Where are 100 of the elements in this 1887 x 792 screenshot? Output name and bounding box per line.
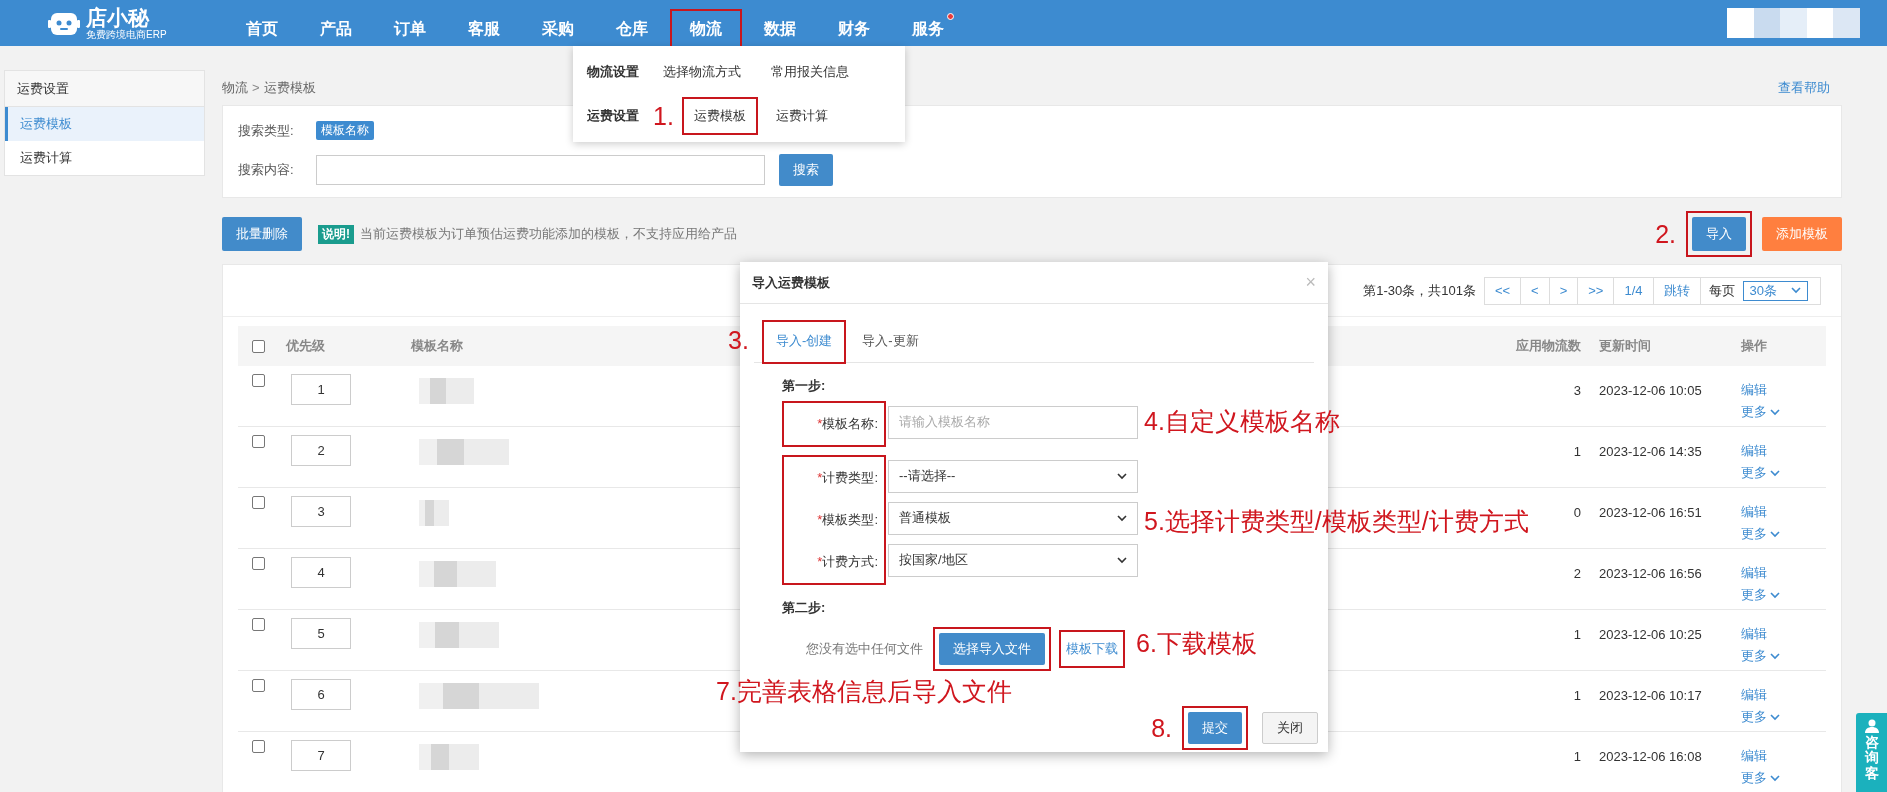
nav-item[interactable]: 数据 [746, 10, 814, 46]
table-cell: 3 [1573, 383, 1581, 398]
chevron-down-icon [1770, 530, 1780, 538]
edit-link[interactable]: 编辑 [1741, 747, 1767, 765]
submit-button[interactable]: 提交 [1188, 712, 1242, 744]
more-link[interactable]: 更多 [1741, 647, 1780, 665]
row-checkbox[interactable] [252, 740, 265, 753]
logo-text[interactable]: 店小秘 [86, 6, 167, 29]
nav-item[interactable]: 仓库 [598, 10, 666, 46]
page-button[interactable]: < [1521, 277, 1550, 304]
page-button[interactable]: > [1549, 277, 1579, 304]
row-checkbox[interactable] [252, 374, 265, 387]
more-link[interactable]: 更多 [1741, 525, 1780, 543]
choose-file-button[interactable]: 选择导入文件 [939, 633, 1045, 665]
nav-item[interactable]: 采购 [524, 10, 592, 46]
table-cell: 2023-12-06 10:17 [1599, 688, 1702, 703]
dialog-title: 导入运费模板 [752, 273, 830, 292]
blurred-text [419, 500, 449, 526]
page-button[interactable]: << [1484, 277, 1522, 304]
table-cell: 2023-12-06 16:51 [1599, 505, 1702, 520]
logo-tagline: 免费跨境电商ERP [86, 28, 167, 40]
dropdown-field[interactable]: 按国家/地区 [888, 543, 1138, 577]
priority-field[interactable]: 3 [291, 496, 351, 527]
sidebar-heading: 运费设置 [5, 71, 204, 107]
chevron-down-icon [1117, 514, 1127, 522]
annotation-label: 4.自定义模板名称 [1144, 409, 1340, 434]
help-link[interactable]: 查看帮助 [1778, 78, 1830, 97]
nav-item[interactable]: 财务 [820, 10, 888, 46]
edit-link[interactable]: 编辑 [1741, 625, 1767, 643]
filter-tag[interactable]: 模板名称 [316, 121, 374, 140]
nav-item[interactable]: 物流 [672, 10, 740, 46]
close-button[interactable]: 关闭 [1262, 712, 1318, 744]
row-checkbox[interactable] [252, 618, 265, 631]
row-checkbox[interactable] [252, 679, 265, 692]
row-checkbox[interactable] [252, 557, 265, 570]
chevron-down-icon [1770, 591, 1780, 599]
text-field[interactable]: 请输入模板名称 [888, 405, 1138, 439]
row-checkbox[interactable] [252, 496, 265, 509]
note-tag: 说明! [318, 224, 354, 244]
tab[interactable]: 导入-创建 [764, 322, 845, 362]
edit-link[interactable]: 编辑 [1741, 686, 1767, 704]
nav-item[interactable]: 服务 [894, 10, 962, 46]
field-label: *模板名称: [817, 415, 878, 433]
nav-item[interactable]: 客服 [450, 10, 518, 46]
edit-link[interactable]: 编辑 [1741, 503, 1767, 521]
chevron-down-icon [1770, 652, 1780, 660]
dropdown-field[interactable]: 普通模板 [888, 501, 1138, 535]
import-button[interactable]: 导入 [1692, 217, 1746, 251]
annotation-label: 7.完善表格信息后导入文件 [716, 679, 1012, 704]
table-cell: 1 [1573, 627, 1581, 642]
blurred-text [419, 378, 474, 404]
search-field[interactable] [316, 155, 765, 185]
more-link[interactable]: 更多 [1741, 586, 1780, 604]
row-checkbox[interactable] [252, 435, 265, 448]
priority-field[interactable]: 1 [291, 374, 351, 405]
blurred-text [419, 744, 479, 770]
file-status: 您没有选中任何文件 [806, 640, 923, 658]
priority-field[interactable]: 2 [291, 435, 351, 466]
annotation-label: 8. [1151, 715, 1172, 741]
menu-item[interactable]: 常用报关信息 [761, 55, 859, 89]
more-link[interactable]: 更多 [1741, 769, 1780, 787]
priority-field[interactable]: 4 [291, 557, 351, 588]
more-link[interactable]: 更多 [1741, 708, 1780, 726]
nav-item[interactable]: 产品 [302, 10, 370, 46]
select-all-checkbox[interactable] [252, 339, 265, 353]
nav-item[interactable]: 订单 [376, 10, 444, 46]
sidebar-item[interactable]: 运费计算 [5, 141, 204, 175]
menu-item[interactable]: 运费计算 [765, 99, 838, 133]
nav-item[interactable]: 首页 [228, 10, 296, 46]
field-label: *计费类型: [817, 469, 878, 487]
more-link[interactable]: 更多 [1741, 403, 1780, 421]
breadcrumb-item[interactable]: 物流 [222, 78, 248, 97]
download-link[interactable]: 模板下载 [1061, 632, 1123, 666]
page-indicator[interactable]: 1/4 [1614, 277, 1654, 304]
table-cell: 2023-12-06 16:56 [1599, 566, 1702, 581]
search-button[interactable]: 搜索 [779, 154, 833, 186]
bulk-delete-button[interactable]: 批量删除 [222, 217, 302, 251]
tab[interactable]: 导入-更新 [850, 322, 931, 362]
field-label: *计费方式: [817, 553, 878, 571]
priority-field[interactable]: 7 [291, 740, 351, 771]
per-page-select[interactable]: 30条 [1742, 280, 1808, 301]
chevron-down-icon [1117, 472, 1127, 480]
menu-item[interactable]: 选择物流方式 [653, 55, 751, 89]
table-cell: 1 [1573, 688, 1581, 703]
edit-link[interactable]: 编辑 [1741, 442, 1767, 460]
priority-field[interactable]: 5 [291, 618, 351, 649]
annotation-label: 5.选择计费类型/模板类型/计费方式 [1144, 509, 1529, 534]
priority-field[interactable]: 6 [291, 679, 351, 710]
sidebar-item[interactable]: 运费模板 [5, 107, 204, 141]
close-icon[interactable]: × [1305, 272, 1316, 293]
dropdown-field[interactable]: --请选择-- [888, 459, 1138, 493]
chat-tab[interactable]: 咨询客 [1856, 713, 1887, 792]
more-link[interactable]: 更多 [1741, 464, 1780, 482]
jump-button[interactable]: 跳转 [1653, 277, 1701, 304]
edit-link[interactable]: 编辑 [1741, 564, 1767, 582]
page-button[interactable]: >> [1578, 277, 1615, 304]
menu-item[interactable]: 运费模板 [683, 99, 756, 133]
edit-link[interactable]: 编辑 [1741, 381, 1767, 399]
add-template-button[interactable]: 添加模板 [1762, 217, 1842, 251]
menu-heading: 物流设置 [587, 63, 640, 81]
